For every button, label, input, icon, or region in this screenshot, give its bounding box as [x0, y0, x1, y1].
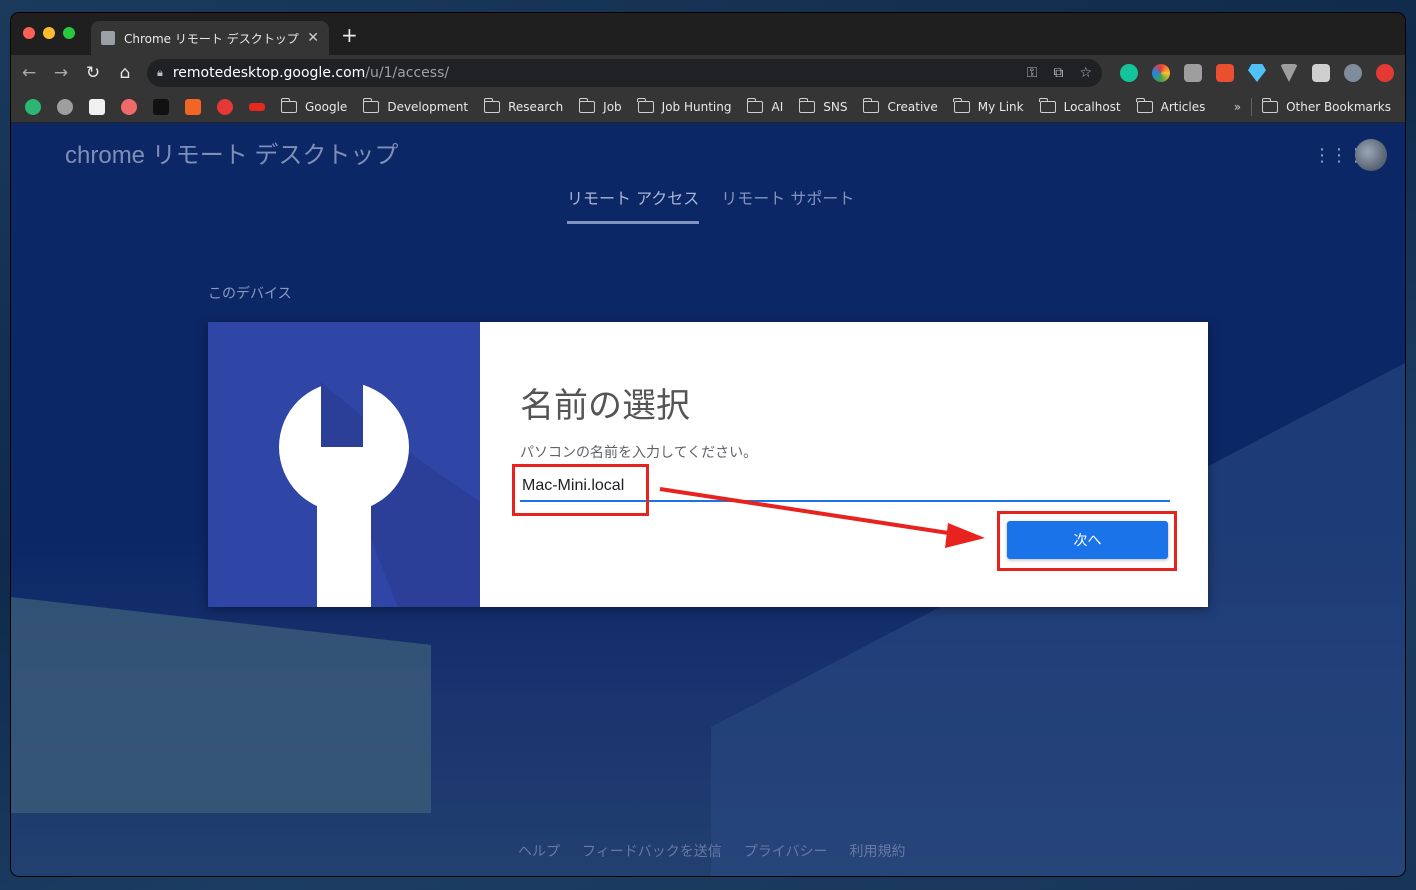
- diamond-extension-icon[interactable]: [1248, 64, 1266, 82]
- bookmark-job-hunting[interactable]: Job Hunting: [637, 97, 731, 114]
- feedly-bookmark-icon[interactable]: [25, 98, 41, 115]
- tab-active[interactable]: Chrome リモート デスクトップ ✕: [91, 21, 329, 55]
- highlight-box-button: [997, 511, 1177, 571]
- folder-icon: [746, 97, 764, 113]
- tab-close-icon[interactable]: ✕: [307, 30, 319, 46]
- bookmark-my-link[interactable]: My Link: [953, 97, 1024, 114]
- window-controls: [23, 27, 75, 39]
- forward-icon[interactable]: →: [51, 63, 71, 83]
- bookmark-research[interactable]: Research: [483, 97, 563, 114]
- dialog-illustration: [208, 322, 480, 607]
- back-icon[interactable]: ←: [19, 63, 39, 83]
- reload-icon[interactable]: ↻: [83, 63, 103, 83]
- minimize-window-button[interactable]: [43, 27, 55, 39]
- highlight-box-input: [512, 464, 649, 516]
- dark-site-bookmark-icon[interactable]: [153, 98, 169, 115]
- bookmark-sns[interactable]: SNS: [798, 97, 847, 114]
- ted-bookmark-icon[interactable]: [249, 102, 265, 111]
- folder-icon: [798, 97, 816, 113]
- tab-title: Chrome リモート デスクトップ: [124, 31, 299, 46]
- dialog-prompt: パソコンの名前を入力してください。: [520, 445, 758, 461]
- bookmark-ai[interactable]: AI: [746, 97, 783, 114]
- grammarly-extension-icon[interactable]: [1120, 64, 1138, 82]
- address-bar[interactable]: 🔒︎ remotedesktop.google.com /u/1/access/…: [147, 59, 1102, 87]
- tab-remote-support[interactable]: リモート サポート: [721, 185, 854, 224]
- star-icon[interactable]: ☆: [1079, 65, 1092, 81]
- app-tabs: リモート アクセス リモート サポート: [567, 185, 854, 224]
- url-host: remotedesktop.google.com: [172, 65, 366, 81]
- dialog-title: 名前の選択: [520, 387, 690, 425]
- github-bookmark-icon[interactable]: [57, 98, 73, 115]
- bookmark-development[interactable]: Development: [362, 97, 468, 114]
- folder-icon: [1039, 97, 1056, 113]
- amazon-bookmark-icon[interactable]: [89, 98, 105, 115]
- url-path: /u/1/access/: [365, 65, 450, 81]
- youtube-music-bookmark-icon[interactable]: [217, 98, 233, 115]
- tab-strip: Chrome リモート デスクトップ ✕ +: [11, 13, 1405, 55]
- page-content: chrome リモート デスクトップ ⋮⋮⋮ リモート アクセス リモート サポ…: [11, 123, 1405, 876]
- profile-avatar-icon[interactable]: [1344, 64, 1362, 82]
- bookmarks-bar: Google Development Research Job Job Hunt…: [11, 91, 1405, 123]
- bookmark-localhost[interactable]: Localhost: [1039, 97, 1121, 114]
- tab-extension-icon[interactable]: [1184, 64, 1202, 82]
- bookmark-articles[interactable]: Articles: [1136, 97, 1205, 114]
- folder-icon: [362, 97, 380, 113]
- lock-icon: 🔒︎: [157, 66, 163, 79]
- zoom-window-button[interactable]: [63, 27, 75, 39]
- extension-icons: [1120, 64, 1394, 82]
- footer-link-help[interactable]: ヘルプ: [518, 841, 560, 861]
- bookmark-google[interactable]: Google: [280, 97, 347, 114]
- open-external-icon[interactable]: ⧉: [1053, 65, 1063, 81]
- folder-icon: [1136, 97, 1153, 113]
- bookmark-creative[interactable]: Creative: [862, 97, 938, 114]
- dialog-body: 名前の選択 パソコンの名前を入力してください。 次へ: [480, 322, 1208, 607]
- asana-bookmark-icon[interactable]: [121, 98, 137, 115]
- wrench-icon: [279, 377, 480, 607]
- todoist-extension-icon[interactable]: [1216, 64, 1234, 82]
- vue-devtools-extension-icon[interactable]: [1280, 64, 1298, 82]
- background-hill: [11, 597, 431, 813]
- new-tab-button[interactable]: +: [341, 25, 358, 45]
- browser-window: Chrome リモート デスクトップ ✕ + ← → ↻ ⌂ 🔒︎ remote…: [11, 13, 1405, 876]
- app-title: chrome リモート デスクトップ: [65, 142, 399, 169]
- bookmark-other-bookmarks[interactable]: Other Bookmarks: [1261, 97, 1391, 114]
- close-window-button[interactable]: [23, 27, 35, 39]
- folder-icon: [483, 97, 501, 113]
- tab-remote-access[interactable]: リモート アクセス: [567, 185, 700, 224]
- section-label-this-device: このデバイス: [208, 286, 292, 302]
- bookmarks-overflow-icon[interactable]: »: [1234, 100, 1241, 114]
- update-icon[interactable]: [1376, 64, 1394, 82]
- puzzle-extensions-icon[interactable]: [1312, 64, 1330, 82]
- footer-link-terms[interactable]: 利用規約: [849, 841, 905, 861]
- remote-desktop-favicon-icon: [101, 31, 115, 45]
- color-picker-extension-icon[interactable]: [1152, 64, 1170, 82]
- folder-icon: [578, 97, 596, 113]
- folder-icon: [862, 97, 880, 113]
- vivaldi-bookmark-icon[interactable]: [185, 98, 201, 115]
- folder-icon: [953, 97, 970, 113]
- folder-icon: [280, 97, 297, 113]
- account-avatar[interactable]: [1355, 139, 1387, 171]
- browser-toolbar: ← → ↻ ⌂ 🔒︎ remotedesktop.google.com /u/1…: [11, 55, 1405, 91]
- key-icon[interactable]: ⚿: [1027, 65, 1038, 81]
- name-selection-dialog: 名前の選択 パソコンの名前を入力してください。 次へ: [208, 322, 1208, 607]
- bookmarks-separator: [1251, 97, 1253, 116]
- folder-icon: [637, 97, 654, 113]
- home-icon[interactable]: ⌂: [115, 63, 135, 83]
- footer-links: ヘルプ フィードバックを送信 プライバシー 利用規約: [518, 841, 905, 861]
- bookmark-job[interactable]: Job: [578, 97, 622, 114]
- folder-icon: [1261, 97, 1279, 113]
- footer-link-feedback[interactable]: フィードバックを送信: [582, 841, 722, 861]
- footer-link-privacy[interactable]: プライバシー: [744, 841, 828, 861]
